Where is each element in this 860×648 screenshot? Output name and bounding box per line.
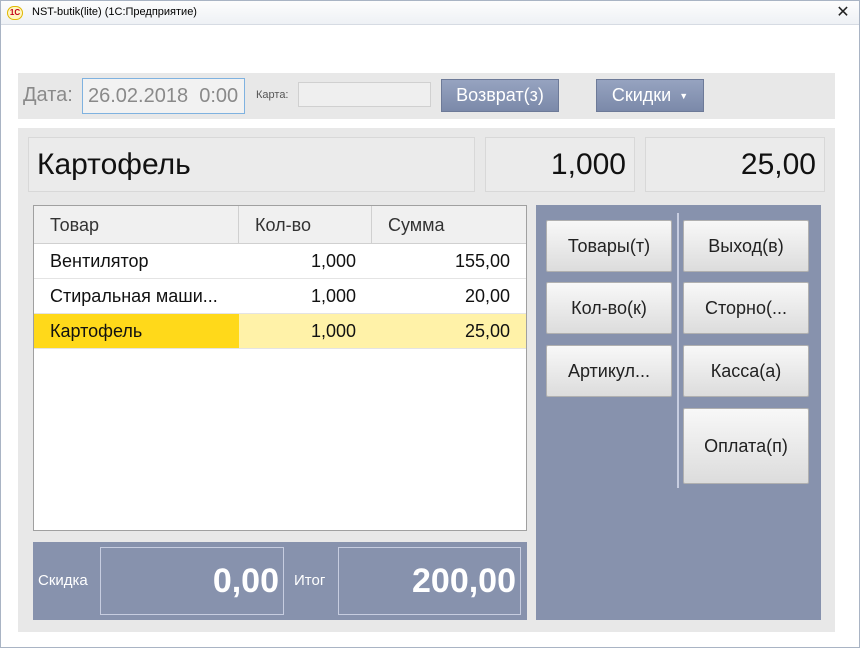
column-header-product[interactable]: Товар	[34, 206, 239, 244]
current-item-sum: 25,00	[645, 137, 825, 192]
total-value: 200,00	[338, 547, 521, 615]
app-window: 1С NST-butik(lite) (1С:Предприятие) ✕ Да…	[0, 0, 860, 648]
table-row-selected[interactable]: Картофель 1,000 25,00	[34, 314, 526, 349]
return-button[interactable]: Возврат(з)	[441, 79, 559, 112]
table-row[interactable]: Стиральная маши... 1,000 20,00	[34, 279, 526, 314]
1c-logo-icon: 1С	[7, 6, 23, 20]
quantity-button[interactable]: Кол-во(к)	[546, 282, 672, 334]
cell-product: Картофель	[34, 314, 239, 348]
current-item-qty: 1,000	[485, 137, 635, 192]
article-button[interactable]: Артикул...	[546, 345, 672, 397]
totals-panel: Скидка 0,00 Итог 200,00	[33, 542, 527, 620]
cell-qty: 1,000	[310, 251, 356, 271]
table-row[interactable]: Вентилятор 1,000 155,00	[34, 244, 526, 279]
discount-label: Скидка	[38, 572, 88, 589]
cell-sum: 155,00	[454, 251, 510, 271]
header-panel: Дата: Карта: Возврат(з) Скидки ▼	[18, 73, 835, 119]
cell-product: Стиральная маши...	[50, 286, 218, 306]
action-buttons-panel: Товары(т) Кол-во(к) Артикул... Выход(в) …	[536, 205, 821, 620]
card-label: Карта:	[256, 89, 289, 101]
payment-button[interactable]: Оплата(п)	[683, 408, 809, 484]
discount-value: 0,00	[100, 547, 284, 615]
cell-sum: 20,00	[464, 286, 510, 306]
card-input[interactable]	[298, 82, 431, 107]
cell-sum: 25,00	[372, 314, 526, 348]
cell-qty: 1,000	[239, 314, 372, 348]
goods-button[interactable]: Товары(т)	[546, 220, 672, 272]
current-item-name: Картофель	[28, 137, 475, 192]
main-panel: Картофель 1,000 25,00 Товар Кол-во Сумма…	[18, 128, 835, 632]
cash-button[interactable]: Касса(а)	[683, 345, 809, 397]
items-table[interactable]: Товар Кол-во Сумма Вентилятор 1,000 155,…	[33, 205, 527, 531]
discounts-button[interactable]: Скидки ▼	[596, 79, 704, 112]
column-header-sum[interactable]: Сумма	[372, 206, 526, 244]
close-icon[interactable]: ✕	[835, 3, 851, 21]
column-header-qty[interactable]: Кол-во	[239, 206, 372, 244]
exit-button[interactable]: Выход(в)	[683, 220, 809, 272]
cell-product: Вентилятор	[50, 251, 149, 271]
date-input[interactable]	[82, 78, 245, 114]
return-button-label: Возврат(з)	[456, 85, 544, 105]
date-label: Дата:	[23, 84, 73, 106]
table-header: Товар Кол-во Сумма	[34, 206, 526, 244]
storno-button[interactable]: Сторно(...	[683, 282, 809, 334]
title-bar: 1С NST-butik(lite) (1С:Предприятие) ✕	[1, 1, 859, 25]
window-title: NST-butik(lite) (1С:Предприятие)	[32, 6, 197, 18]
discounts-button-label: Скидки	[611, 85, 672, 105]
divider	[677, 213, 679, 488]
total-label: Итог	[294, 572, 326, 589]
chevron-down-icon: ▼	[679, 90, 689, 101]
cell-qty: 1,000	[310, 286, 356, 306]
